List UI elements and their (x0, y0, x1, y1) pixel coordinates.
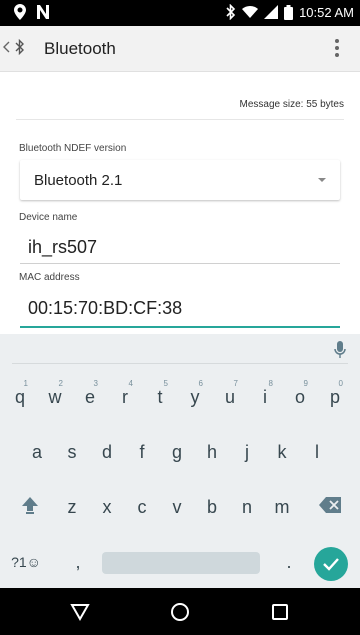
ndef-version-value: Bluetooth 2.1 (34, 172, 123, 189)
bluetooth-icon (15, 38, 25, 60)
keyboard-row-3: z x c v b n m (0, 489, 360, 525)
backspace-key[interactable] (312, 489, 348, 525)
key-r[interactable]: 4r (107, 379, 143, 415)
navigation-bar (0, 588, 360, 635)
shift-key[interactable] (12, 489, 48, 525)
signal-icon (264, 5, 279, 19)
period-key[interactable]: . (271, 544, 307, 580)
wifi-icon (242, 5, 259, 19)
ndef-version-select[interactable]: Bluetooth 2.1 (20, 160, 340, 200)
keyboard-suggestion-strip (0, 334, 360, 364)
key-c[interactable]: c (124, 489, 160, 525)
key-v[interactable]: v (159, 489, 195, 525)
key-z[interactable]: z (54, 489, 90, 525)
mac-address-field[interactable]: 00:15:70:BD:CF:38 (20, 292, 340, 328)
bluetooth-icon (226, 4, 236, 20)
form-content: Message size: 55 bytes Bluetooth NDEF ve… (0, 72, 360, 334)
nav-back-button[interactable] (70, 602, 90, 622)
square-recents-icon (270, 604, 290, 626)
space-bar[interactable] (102, 552, 260, 574)
divider (16, 119, 344, 120)
back-icon (3, 40, 11, 58)
key-x[interactable]: x (89, 489, 125, 525)
key-w[interactable]: 2w (37, 379, 73, 415)
ndef-version-label: Bluetooth NDEF version (19, 143, 127, 154)
dropdown-caret-icon (318, 178, 326, 182)
key-a[interactable]: a (19, 434, 55, 470)
backspace-icon (319, 496, 341, 518)
microphone-icon[interactable] (334, 341, 346, 364)
key-g[interactable]: g (159, 434, 195, 470)
location-pin-icon (14, 4, 26, 20)
app-bar: Bluetooth (0, 26, 360, 72)
key-d[interactable]: d (89, 434, 125, 470)
field-underline (20, 263, 340, 264)
battery-icon (284, 4, 294, 20)
key-e[interactable]: 3e (72, 379, 108, 415)
back-button[interactable] (3, 38, 33, 60)
page-title: Bluetooth (44, 39, 116, 58)
message-size-label: Message size: 55 bytes (239, 99, 345, 110)
key-n[interactable]: n (229, 489, 265, 525)
keyboard-row-4: ?1☺ , . (0, 544, 360, 581)
key-u[interactable]: 7u (212, 379, 248, 415)
key-m[interactable]: m (264, 489, 300, 525)
key-j[interactable]: j (229, 434, 265, 470)
status-time: 10:52 AM (299, 4, 354, 20)
symbols-key[interactable]: ?1☺ (8, 544, 44, 580)
key-o[interactable]: 9o (282, 379, 318, 415)
checkmark-icon (314, 558, 348, 585)
status-bar: 10:52 AM (0, 0, 360, 26)
circle-home-icon (170, 603, 190, 626)
screen: 10:52 AM Bluetooth Message size: 55 byte… (0, 0, 360, 635)
device-name-value: ih_rs507 (28, 237, 98, 257)
device-name-field[interactable]: ih_rs507 (20, 232, 340, 264)
divider (12, 363, 348, 364)
overflow-menu-icon[interactable] (332, 37, 342, 61)
mac-address-value: 00:15:70:BD:CF:38 (28, 298, 183, 318)
key-q[interactable]: 1q (2, 379, 38, 415)
done-button[interactable] (314, 547, 348, 581)
nav-home-button[interactable] (170, 602, 190, 622)
keyboard-row-1: 1q 2w 3e 4r 5t 6y 7u 8i 9o 0p (0, 379, 360, 415)
key-f[interactable]: f (124, 434, 160, 470)
key-t[interactable]: 5t (142, 379, 178, 415)
key-b[interactable]: b (194, 489, 230, 525)
key-y[interactable]: 6y (177, 379, 213, 415)
keyboard-row-2: a s d f g h j k l (0, 434, 360, 470)
key-h[interactable]: h (194, 434, 230, 470)
key-i[interactable]: 8i (247, 379, 283, 415)
triangle-back-icon (70, 604, 90, 626)
comma-key[interactable]: , (60, 544, 96, 580)
soft-keyboard: 1q 2w 3e 4r 5t 6y 7u 8i 9o 0p a s d f g … (0, 334, 360, 588)
key-k[interactable]: k (264, 434, 300, 470)
key-p[interactable]: 0p (317, 379, 353, 415)
nav-recents-button[interactable] (270, 602, 290, 622)
n-notification-icon (36, 4, 50, 20)
shift-icon (20, 495, 40, 520)
key-l[interactable]: l (299, 434, 335, 470)
key-s[interactable]: s (54, 434, 90, 470)
mac-address-label: MAC address (19, 272, 80, 283)
field-underline-focused (20, 326, 340, 328)
device-name-label: Device name (19, 212, 78, 223)
